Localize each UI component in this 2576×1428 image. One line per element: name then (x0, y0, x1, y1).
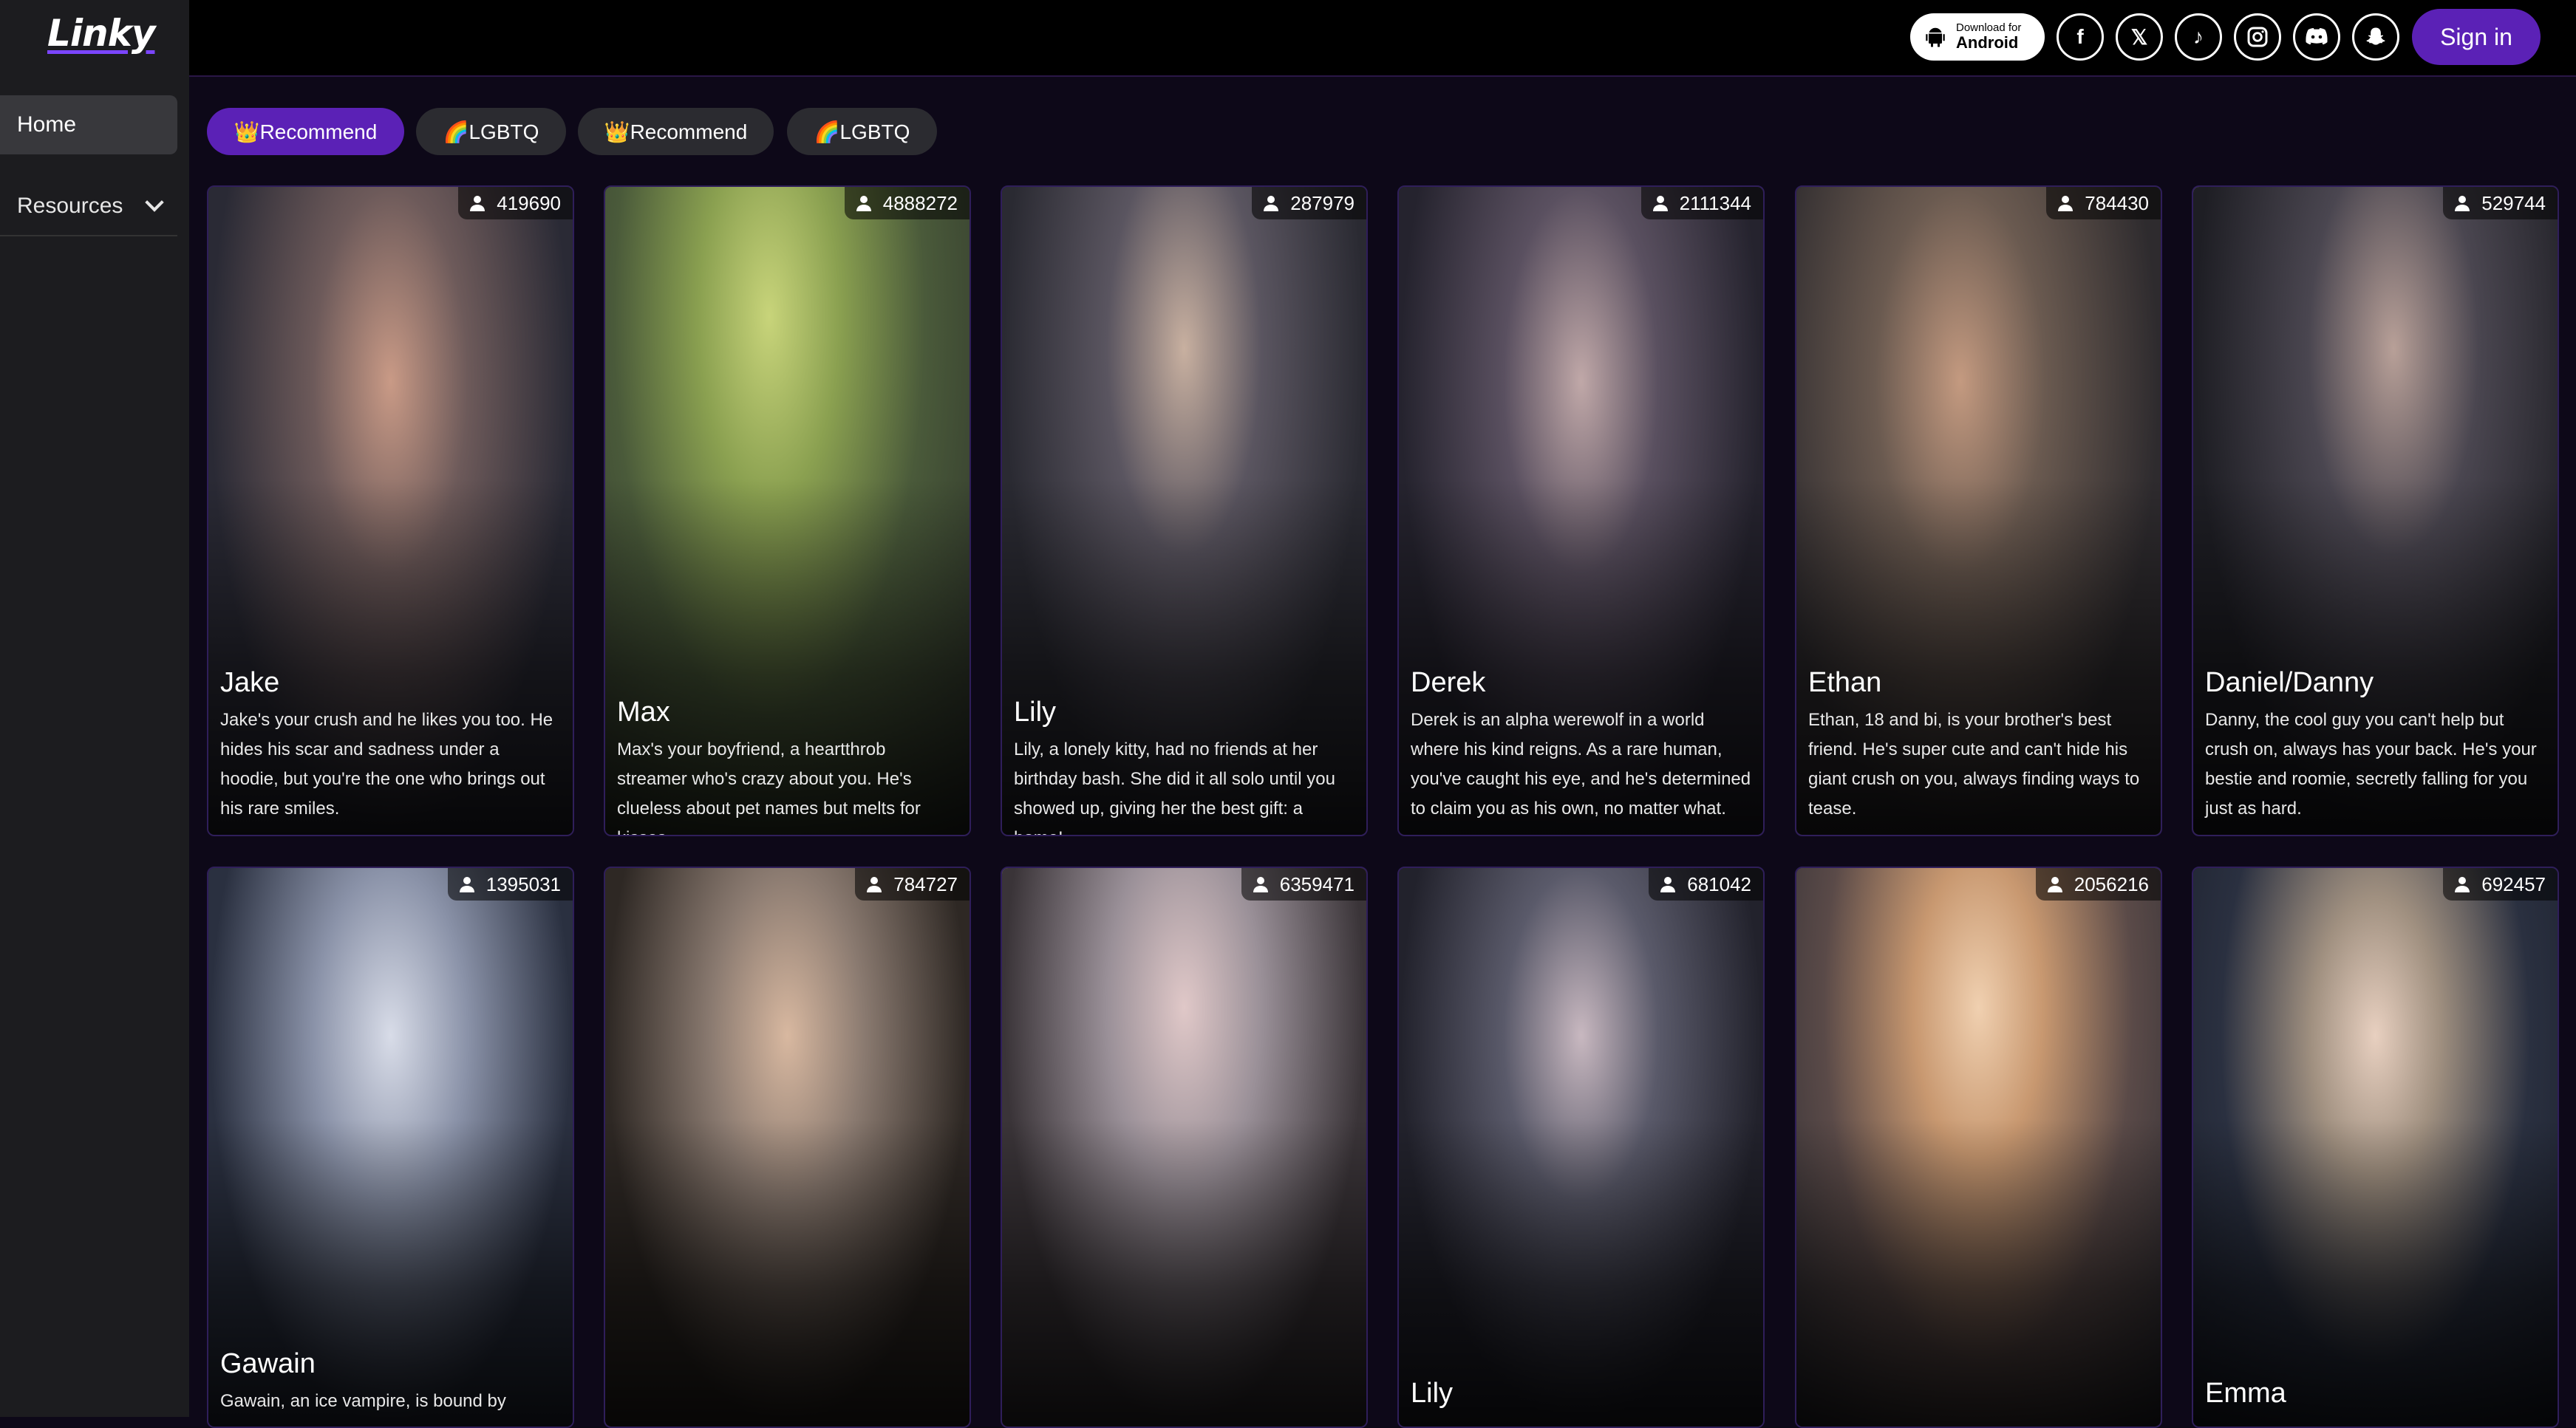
discord-icon[interactable] (2293, 13, 2340, 61)
user-icon (1253, 877, 1268, 892)
user-icon (2058, 196, 2074, 211)
chat-count-badge: 2111344 (1640, 187, 1763, 219)
sidebar-item-home[interactable]: Home (0, 95, 177, 154)
user-icon (1652, 196, 1668, 211)
sign-in-button[interactable]: Sign in (2412, 9, 2541, 65)
app-logo[interactable]: Linky (47, 12, 155, 55)
character-card[interactable]: 419690 Jake Jake's your crush and he lik… (207, 185, 574, 836)
snapchat-icon[interactable] (2352, 13, 2399, 61)
character-description: Jake's your crush and he likes you too. … (220, 710, 553, 819)
chat-count-badge: 784430 (2046, 187, 2161, 219)
sidebar-item-resources[interactable]: Resources (0, 177, 177, 236)
chat-count: 4888272 (882, 191, 958, 214)
character-card[interactable]: 529744 Daniel/Danny Danny, the cool guy … (2192, 185, 2559, 836)
chat-count: 2056216 (2074, 872, 2149, 895)
chat-count: 6359471 (1279, 872, 1355, 895)
user-icon (867, 877, 882, 892)
chat-count-badge: 419690 (458, 187, 573, 219)
character-name: Lily (1014, 697, 1057, 728)
tiktok-icon[interactable]: ♪ (2175, 13, 2222, 61)
user-icon (2455, 877, 2470, 892)
chat-count: 784727 (893, 872, 958, 895)
chat-count: 1395031 (485, 872, 561, 895)
x-icon[interactable]: 𝕏 (2116, 13, 2163, 61)
character-name: Gawain (220, 1348, 316, 1379)
chat-count-badge: 1395031 (447, 868, 573, 901)
character-card[interactable]: 2111344 Derek Derek is an alpha werewolf… (1397, 185, 1765, 836)
character-description: Derek is an alpha werewolf in a world wh… (1411, 710, 1751, 819)
user-icon (470, 196, 485, 211)
chat-count-badge: 681042 (1649, 868, 1763, 901)
character-name: Daniel/Danny (2205, 667, 2374, 698)
facebook-icon[interactable]: f (2057, 13, 2104, 61)
chat-count: 287979 (1290, 191, 1355, 214)
android-small-label: Download for (1956, 21, 2022, 34)
character-description: Danny, the cool guy you can't help but c… (2205, 710, 2537, 819)
user-icon (1660, 877, 1676, 892)
tab-recommend[interactable]: 👑Recommend (207, 108, 404, 155)
character-card[interactable]: 4888272 Max Max's your boyfriend, a hear… (604, 185, 971, 836)
chat-count: 692457 (2481, 872, 2546, 895)
download-android-button[interactable]: Download for Android (1910, 13, 2045, 61)
android-icon (1926, 27, 1945, 47)
chat-count: 784430 (2085, 191, 2149, 214)
character-name: Jake (220, 667, 280, 698)
character-name: Ethan (1808, 667, 1882, 698)
tab-recommend-2[interactable]: 👑Recommend (578, 108, 774, 155)
chat-count-badge: 6359471 (1241, 868, 1366, 901)
character-card[interactable]: 784430 Ethan Ethan, 18 and bi, is your b… (1795, 185, 2162, 836)
user-icon (1264, 196, 1279, 211)
chat-count-badge: 4888272 (844, 187, 970, 219)
character-card[interactable]: 692457 Emma (2192, 867, 2559, 1428)
character-card[interactable]: 2056216 (1795, 867, 2162, 1428)
chat-count: 419690 (497, 191, 561, 214)
character-name: Emma (2205, 1378, 2286, 1409)
user-icon (2047, 877, 2062, 892)
character-card[interactable]: 6359471 (1001, 867, 1368, 1428)
chevron-down-icon (145, 193, 164, 212)
tab-lgbtq[interactable]: 🌈LGBTQ (416, 108, 566, 155)
character-card[interactable]: 681042 Lily (1397, 867, 1765, 1428)
sidebar: Linky Home Resources (0, 0, 189, 1417)
chat-count: 529744 (2481, 191, 2546, 214)
user-icon (856, 196, 871, 211)
chat-count-badge: 2056216 (2035, 868, 2161, 901)
chat-count-badge: 692457 (2443, 868, 2558, 901)
character-name: Lily (1411, 1378, 1454, 1409)
instagram-icon[interactable] (2234, 13, 2281, 61)
character-description: Gawain, an ice vampire, is bound by (220, 1391, 506, 1411)
chat-count-badge: 287979 (1252, 187, 1366, 219)
character-card[interactable]: 784727 (604, 867, 971, 1428)
chat-count-badge: 784727 (855, 868, 970, 901)
character-description: Lily, a lonely kitty, had no friends at … (1014, 739, 1335, 835)
character-name: Derek (1411, 667, 1486, 698)
sidebar-item-label: Resources (17, 194, 123, 218)
user-icon (2455, 196, 2470, 211)
android-big-label: Android (1956, 33, 2019, 52)
character-description: Max's your boyfriend, a heartthrob strea… (617, 739, 921, 835)
tab-lgbtq-2[interactable]: 🌈LGBTQ (787, 108, 937, 155)
character-name: Max (617, 697, 670, 728)
character-card[interactable]: 1395031 Gawain Gawain, an ice vampire, i… (207, 867, 574, 1428)
sidebar-item-label: Home (17, 112, 77, 137)
user-icon (459, 877, 474, 892)
chat-count: 681042 (1687, 872, 1751, 895)
character-description: Ethan, 18 and bi, is your brother's best… (1808, 710, 2140, 819)
chat-count: 2111344 (1679, 191, 1751, 214)
chat-count-badge: 529744 (2443, 187, 2558, 219)
character-card[interactable]: 287979 Lily Lily, a lonely kitty, had no… (1001, 185, 1368, 836)
